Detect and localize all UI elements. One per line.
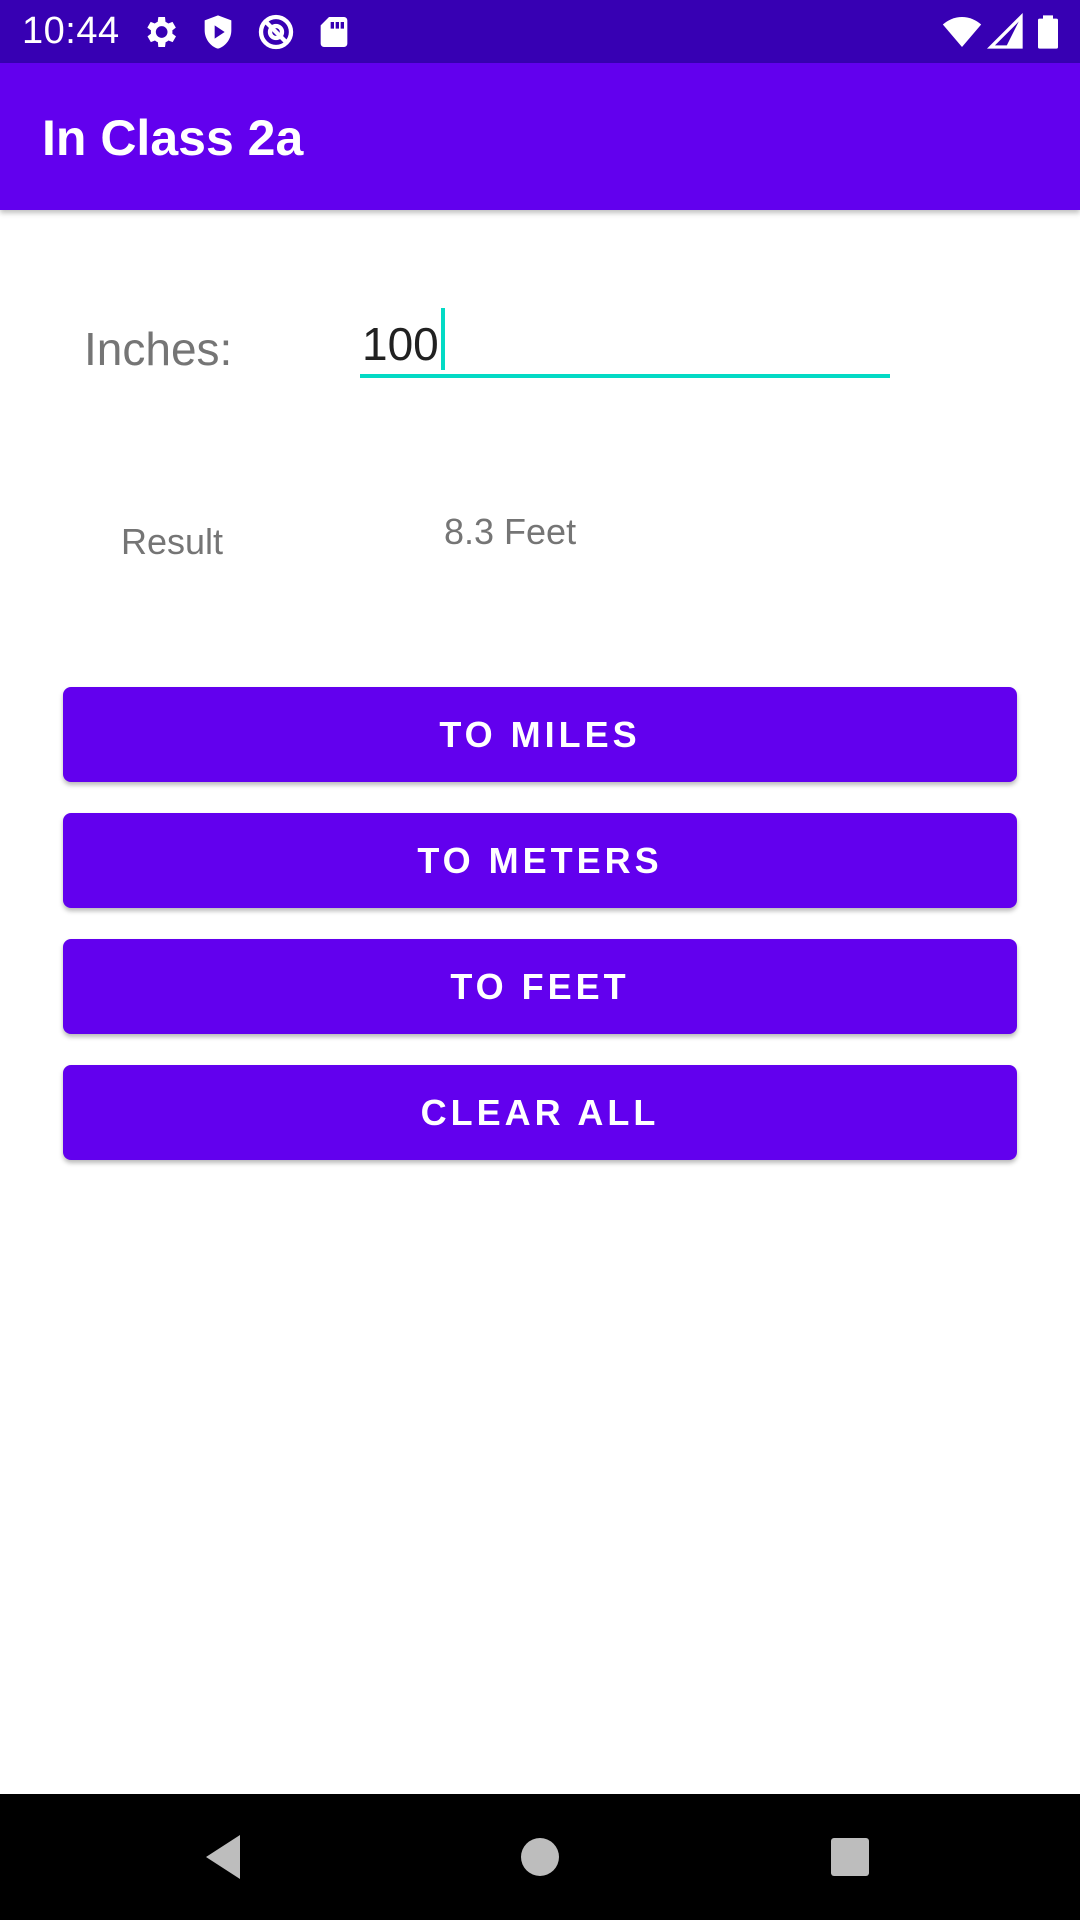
battery-icon xyxy=(1028,12,1068,52)
sd-card-icon xyxy=(314,12,354,52)
home-icon[interactable] xyxy=(510,1827,570,1887)
app-title: In Class 2a xyxy=(42,110,304,166)
to-feet-button[interactable]: TO FEET xyxy=(63,939,1017,1034)
gear-icon xyxy=(140,12,180,52)
to-miles-button-label: TO MILES xyxy=(439,713,641,755)
inches-input-value: 100 xyxy=(362,308,445,371)
inches-label: Inches: xyxy=(84,323,233,375)
result-value: 8.3 Feet xyxy=(444,511,577,552)
to-miles-button[interactable]: TO MILES xyxy=(63,687,1017,782)
wifi-icon xyxy=(942,12,982,52)
status-bar: 10:44 xyxy=(0,0,1080,63)
navigation-bar xyxy=(0,1794,1080,1920)
text-cursor xyxy=(440,308,445,370)
to-feet-button-label: TO FEET xyxy=(450,965,630,1007)
status-time: 10:44 xyxy=(22,10,120,52)
result-label: Result xyxy=(121,521,224,562)
recents-icon[interactable] xyxy=(820,1827,880,1887)
back-icon[interactable] xyxy=(196,1827,256,1887)
app-bar: In Class 2a xyxy=(0,63,1080,210)
shield-play-icon xyxy=(198,12,238,52)
cell-signal-icon xyxy=(986,12,1026,52)
screen: 10:44 In Class 2a Inches: 100 Result 8.3… xyxy=(0,0,1080,1920)
at-sign-icon xyxy=(256,12,296,52)
clear-all-button[interactable]: CLEAR ALL xyxy=(63,1065,1017,1160)
to-meters-button[interactable]: TO METERS xyxy=(63,813,1017,908)
to-meters-button-label: TO METERS xyxy=(417,839,663,881)
clear-all-button-label: CLEAR ALL xyxy=(420,1091,660,1133)
inches-input[interactable]: 100 xyxy=(360,300,890,378)
